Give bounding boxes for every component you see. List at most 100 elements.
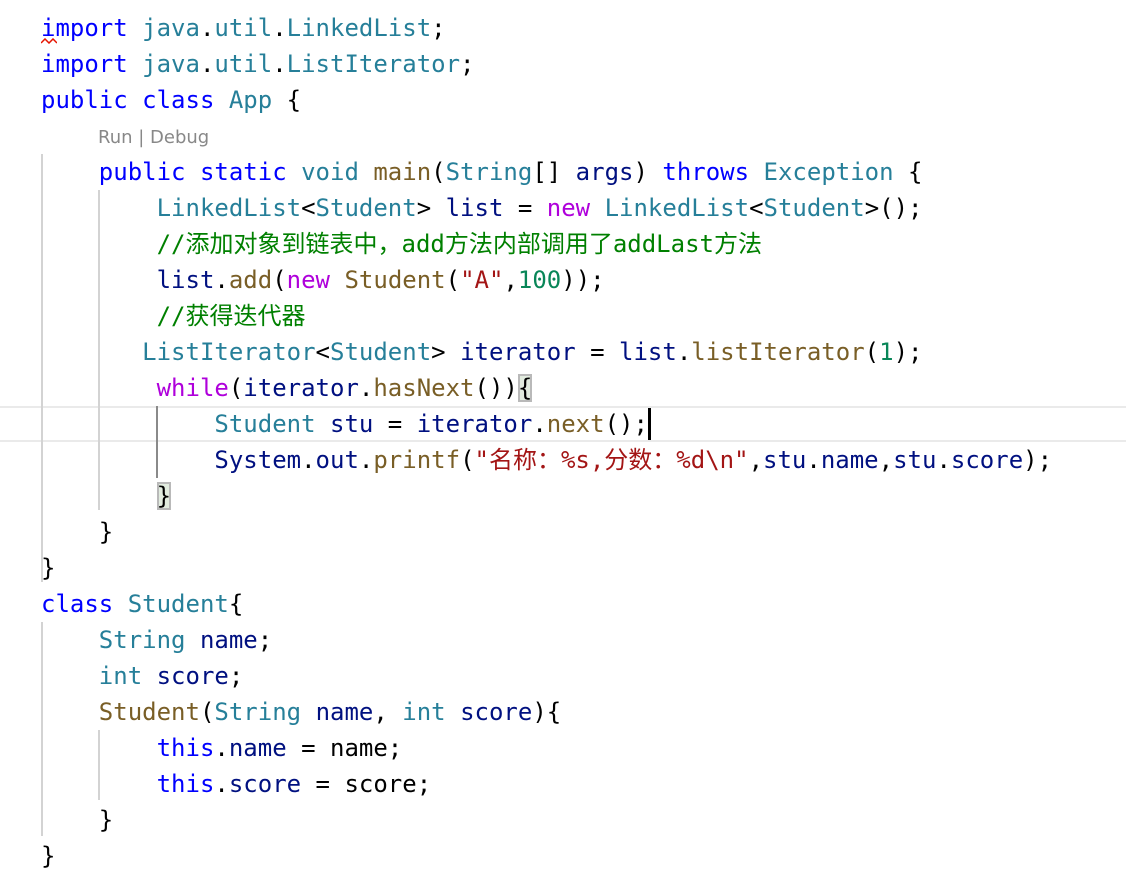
code-line[interactable]: int score;: [0, 658, 1126, 694]
code-line[interactable]: }: [0, 478, 1126, 514]
code-line[interactable]: }: [0, 802, 1126, 838]
code-token: >: [416, 194, 446, 222]
code-line[interactable]: ListIterator<Student> iterator = list.li…: [0, 334, 1126, 370]
code-token: ));: [561, 266, 605, 294]
code-token: import: [41, 50, 128, 78]
code-token: (: [228, 374, 244, 402]
indent-guide: [98, 190, 100, 510]
code-token: (: [864, 338, 880, 366]
code-token: name: [820, 446, 879, 474]
code-token: .: [214, 770, 229, 798]
codelens-run-link[interactable]: Run: [98, 127, 133, 148]
code-line[interactable]: }: [0, 514, 1126, 550]
code-line[interactable]: while(iterator.hasNext()){: [0, 370, 1126, 406]
code-line[interactable]: import java.util.LinkedList;: [0, 10, 1126, 46]
code-line[interactable]: //获得迭代器: [0, 298, 1126, 334]
code-token: //添加对象到链表中，add方法内部调用了addLast方法: [156, 230, 762, 258]
code-token: ;: [257, 626, 273, 654]
indent-guide-active: [156, 406, 158, 478]
code-token: Student: [214, 410, 316, 438]
code-token: }: [41, 842, 56, 870]
code-token: void: [301, 158, 359, 186]
code-editor[interactable]: import java.util.LinkedList; import java.…: [0, 10, 1126, 874]
code-token: (: [445, 266, 461, 294]
code-token: .: [214, 266, 229, 294]
indent-guide: [41, 622, 43, 836]
code-token: name: [228, 734, 287, 762]
code-token: new: [286, 266, 331, 294]
code-token: iterator: [416, 410, 533, 438]
codelens-debug-link[interactable]: Debug: [150, 127, 209, 148]
code-token: (: [431, 158, 446, 186]
code-token: "名称：%s,分数：%d\n": [474, 446, 749, 474]
code-token: new: [546, 194, 591, 222]
code-line[interactable]: Student(String name, int score){: [0, 694, 1126, 730]
code-token: App: [228, 86, 273, 114]
code-token: while: [156, 374, 229, 402]
code-token: LinkedList: [286, 14, 432, 42]
code-token: .: [806, 446, 821, 474]
code-token: 100: [517, 266, 562, 294]
matching-bracket: }: [156, 482, 172, 510]
code-token: ListIterator: [142, 338, 316, 366]
code-token: =: [503, 194, 547, 222]
code-line[interactable]: System.out.printf("名称：%s,分数：%d\n",stu.na…: [0, 442, 1126, 478]
code-token: String: [98, 626, 186, 654]
error-squiggle-icon: [41, 38, 57, 44]
code-token: Student: [763, 194, 865, 222]
code-token: 1: [879, 338, 894, 366]
code-token: Student: [98, 698, 200, 726]
code-token: .: [199, 14, 215, 42]
code-token: public: [98, 158, 186, 186]
code-token: Student: [127, 590, 229, 618]
code-line[interactable]: this.score = score;: [0, 766, 1126, 802]
code-token: stu: [893, 446, 937, 474]
code-line[interactable]: class Student{: [0, 586, 1126, 622]
code-token: java: [142, 50, 200, 78]
code-token: .: [936, 446, 951, 474]
code-token: ;: [228, 662, 244, 690]
code-token: ){: [532, 698, 562, 726]
code-line[interactable]: public class App {: [0, 82, 1126, 118]
code-line[interactable]: //添加对象到链表中，add方法内部调用了addLast方法: [0, 226, 1126, 262]
code-line[interactable]: String name;: [0, 622, 1126, 658]
code-line[interactable]: import java.util.ListIterator;: [0, 46, 1126, 82]
code-token: <: [301, 194, 316, 222]
code-line[interactable]: this.name = name;: [0, 730, 1126, 766]
code-token: args: [575, 158, 634, 186]
code-line[interactable]: }: [0, 550, 1126, 586]
code-token: );: [893, 338, 923, 366]
code-token: score: [460, 698, 533, 726]
code-line[interactable]: list.add(new Student("A",100));: [0, 262, 1126, 298]
code-token: ;: [460, 50, 475, 78]
code-token: =: [373, 410, 417, 438]
code-token: stu: [763, 446, 807, 474]
code-token: int: [98, 662, 143, 690]
code-token: }: [98, 518, 114, 546]
code-line[interactable]: LinkedList<Student> list = new LinkedLis…: [0, 190, 1126, 226]
code-line[interactable]: public static void main(String[] args) t…: [0, 154, 1126, 190]
code-line-current[interactable]: Student stu = iterator.next();: [0, 406, 1126, 442]
code-token: Student: [330, 338, 432, 366]
code-token: ()): [474, 374, 518, 402]
code-token: LinkedList: [604, 194, 750, 222]
code-token: add: [228, 266, 273, 294]
indent-guide: [98, 730, 100, 800]
code-token: //获得迭代器: [156, 302, 306, 330]
code-line[interactable]: }: [0, 838, 1126, 874]
